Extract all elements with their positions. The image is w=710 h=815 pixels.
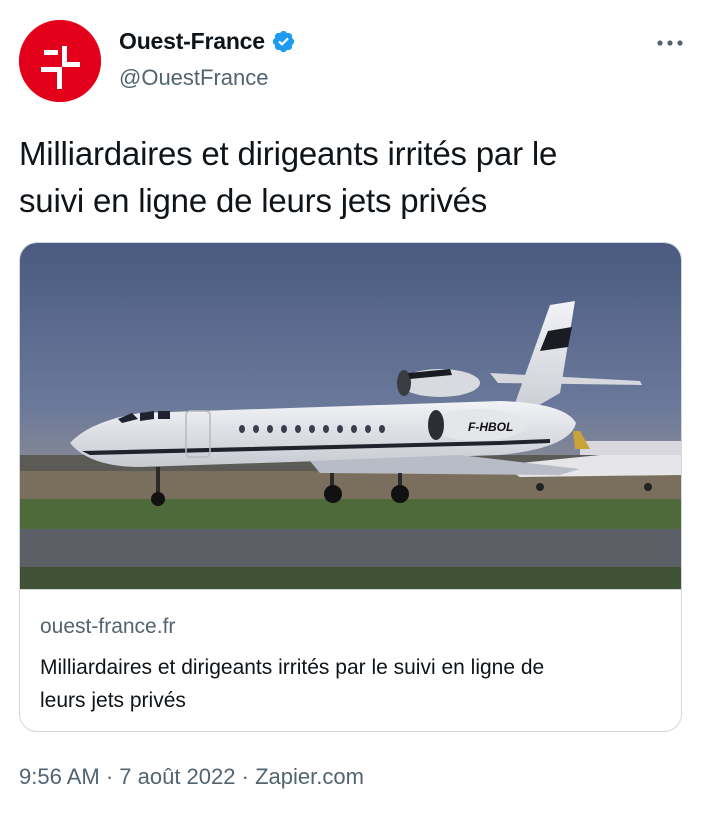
card-domain[interactable]: ouest-france.fr (40, 615, 175, 639)
tweet: Ouest-France @OuestFrance Milliardaires … (0, 0, 710, 815)
tweet-source[interactable]: Zapier.com (255, 764, 364, 789)
account-handle[interactable]: @OuestFrance (119, 65, 296, 91)
display-name[interactable]: Ouest-France (119, 28, 265, 55)
ouest-france-logo-icon (19, 20, 101, 102)
tweet-text: Milliardaires et dirigeants irrités par … (19, 130, 689, 224)
more-options-icon[interactable] (650, 30, 690, 56)
link-card[interactable]: F-HBOL ouest-france.fr Milliardaires et … (19, 242, 682, 732)
jet-registration: F-HBOL (468, 420, 513, 434)
avatar[interactable] (19, 20, 101, 102)
tweet-time[interactable]: 9:56 AM (19, 764, 100, 789)
account-names: Ouest-France @OuestFrance (119, 28, 296, 91)
card-title[interactable]: Milliardaires et dirigeants irrités par … (40, 651, 660, 717)
separator: · (235, 764, 256, 789)
card-title-line: Milliardaires et dirigeants irrités par … (40, 656, 545, 679)
tweet-text-line: suivi en ligne de leurs jets privés (19, 182, 488, 219)
card-title-line: leurs jets privés (40, 689, 186, 712)
card-image[interactable]: F-HBOL (20, 243, 681, 590)
verified-badge-icon (272, 30, 295, 53)
tweet-metadata: 9:56 AM · 7 août 2022 · Zapier.com (19, 764, 364, 790)
separator: · (99, 764, 120, 789)
tweet-text-line: Milliardaires et dirigeants irrités par … (19, 135, 558, 172)
private-jet-photo: F-HBOL (20, 243, 681, 589)
tweet-date[interactable]: 7 août 2022 (119, 764, 235, 789)
